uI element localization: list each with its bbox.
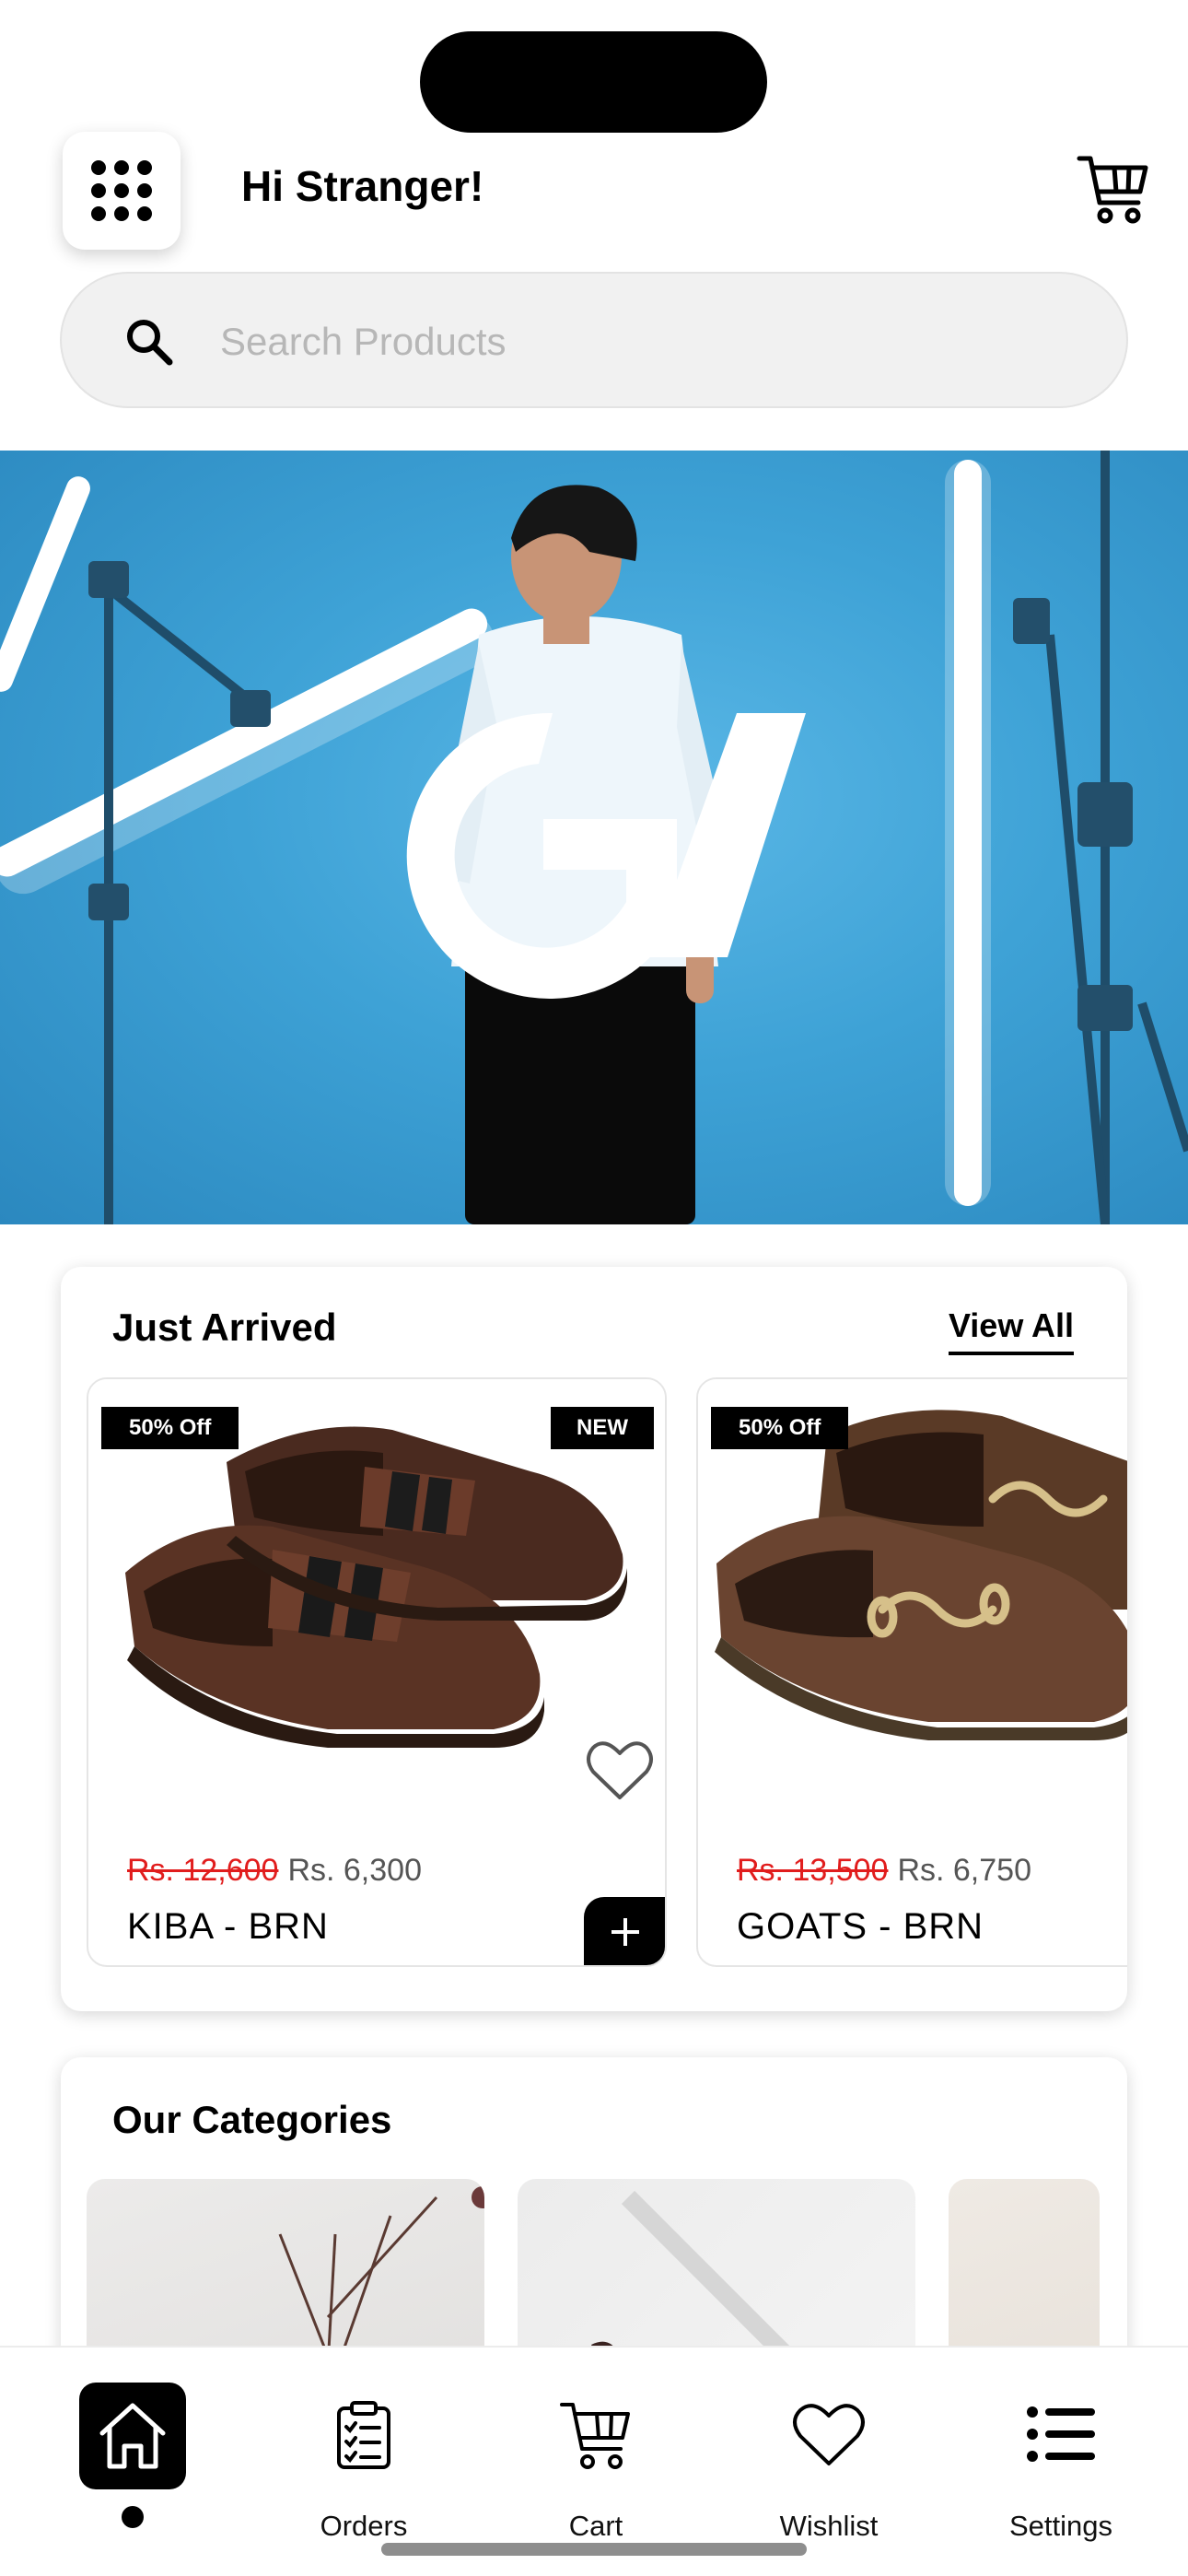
- just-arrived-section: Just Arrived View All 50% Off NEW Rs. 12…: [61, 1267, 1127, 2011]
- nav-label: Cart: [568, 2510, 623, 2542]
- product-image: 50% Off NEW: [88, 1379, 665, 1831]
- home-indicator[interactable]: [381, 2543, 807, 2556]
- clipboard-icon: [337, 2401, 390, 2469]
- menu-list-icon: [1027, 2406, 1095, 2462]
- heart-outline-icon: [587, 1741, 653, 1799]
- product-card[interactable]: 50% Off NEW Rs. 12,600 Rs. 6,300 KIBA - B…: [87, 1377, 667, 1967]
- nav-label: Settings: [1008, 2510, 1112, 2542]
- search-bar[interactable]: [60, 272, 1128, 408]
- wishlist-button[interactable]: [586, 1739, 654, 1803]
- cart-icon: [560, 2403, 630, 2469]
- nav-label: Orders: [320, 2510, 408, 2542]
- just-arrived-title: Just Arrived: [112, 1306, 337, 1349]
- nav-settings[interactable]: Settings: [960, 2348, 1162, 2569]
- discount-badge: 50% Off: [101, 1407, 239, 1449]
- categories-title: Our Categories: [112, 2098, 392, 2141]
- old-price: Rs. 13,500: [737, 1853, 889, 1888]
- menu-button[interactable]: [63, 132, 181, 250]
- dynamic-island: [420, 31, 767, 133]
- nav-home[interactable]: [31, 2348, 234, 2569]
- nav-label: Wishlist: [779, 2510, 879, 2542]
- product-image: 50% Off: [698, 1379, 1127, 1831]
- product-name: GOATS - BRN: [737, 1906, 984, 1947]
- bottom-navigation: Orders Cart Wishlist Settings: [0, 2346, 1188, 2576]
- plus-icon: [611, 1918, 639, 1946]
- heart-icon: [793, 2404, 865, 2465]
- home-icon: [99, 2403, 166, 2469]
- grid-dots-icon: [91, 160, 152, 221]
- price-row: Rs. 13,500 Rs. 6,750: [737, 1849, 1031, 1891]
- cart-button[interactable]: [1076, 151, 1151, 227]
- new-badge: NEW: [551, 1407, 654, 1449]
- product-card[interactable]: 50% Off Rs. 13,500 Rs. 6,750 GOATS - BRN: [696, 1377, 1127, 1967]
- home-active-tile: [79, 2383, 186, 2489]
- hero-image: [0, 451, 1188, 1224]
- nav-wishlist[interactable]: Wishlist: [728, 2348, 930, 2569]
- add-to-cart-button[interactable]: [584, 1897, 665, 1965]
- price-row: Rs. 12,600 Rs. 6,300: [127, 1849, 422, 1891]
- sale-price: Rs. 6,300: [287, 1853, 422, 1888]
- search-input[interactable]: [220, 309, 1049, 375]
- view-all-link[interactable]: View All: [948, 1302, 1074, 1355]
- greeting-text: Hi Stranger!: [241, 162, 484, 210]
- sale-price: Rs. 6,750: [897, 1853, 1031, 1888]
- active-indicator-dot: [122, 2506, 144, 2528]
- old-price: Rs. 12,600: [127, 1853, 279, 1888]
- shopping-cart-icon: [1077, 156, 1148, 224]
- discount-badge: 50% Off: [711, 1407, 849, 1449]
- product-name: KIBA - BRN: [127, 1906, 329, 1947]
- search-icon: [127, 320, 173, 366]
- hero-banner[interactable]: [0, 451, 1188, 1224]
- nav-cart[interactable]: Cart: [495, 2348, 697, 2569]
- nav-orders[interactable]: Orders: [262, 2348, 465, 2569]
